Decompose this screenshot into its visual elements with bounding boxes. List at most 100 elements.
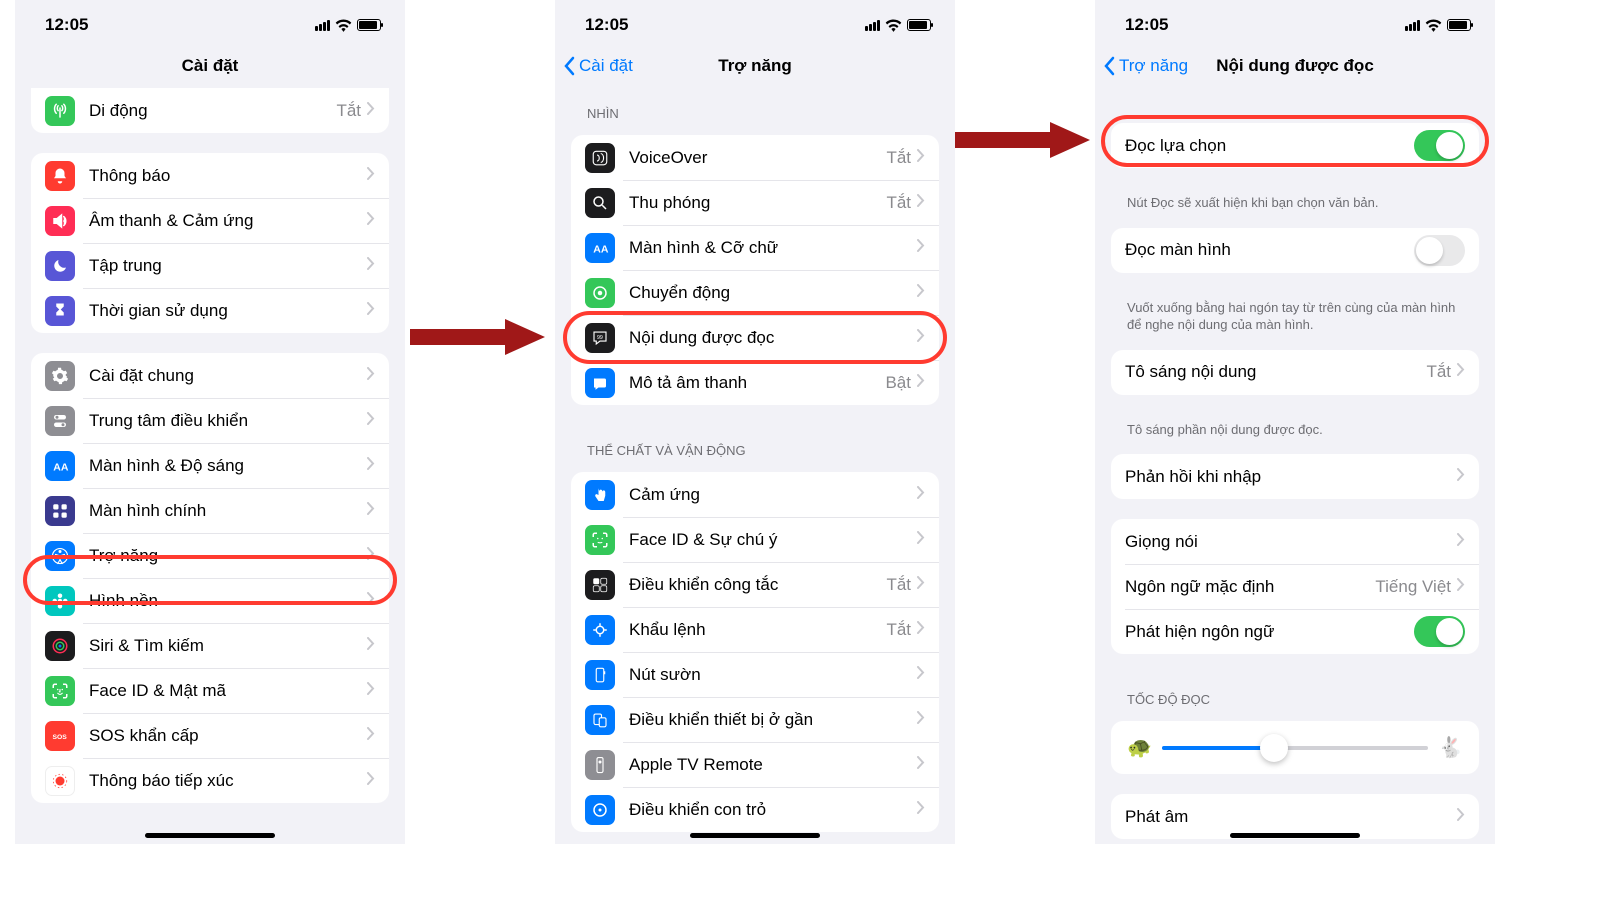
siri-icon [45, 631, 75, 661]
wifi-icon [885, 19, 902, 32]
chevron-right-icon [1457, 363, 1465, 381]
chevron-right-icon [917, 576, 925, 594]
row-audio-desc[interactable]: Mô tả âm thanhBật [571, 360, 939, 405]
wifi-icon [1425, 19, 1442, 32]
gear-icon [45, 361, 75, 391]
row-display[interactable]: AAMàn hình & Độ sáng [31, 443, 389, 488]
row-screentime[interactable]: Thời gian sử dụng [31, 288, 389, 333]
row-default-language[interactable]: Ngôn ngữ mặc định Tiếng Việt [1111, 564, 1479, 609]
row-general[interactable]: Cài đặt chung [31, 353, 389, 398]
row-exposure[interactable]: Thông báo tiếp xúc [31, 758, 389, 803]
navigation-bar: Trợ năng Nội dung được đọc [1095, 44, 1495, 88]
hourglass-icon [45, 296, 75, 326]
row-voice-control[interactable]: Khẩu lệnhTắt [571, 607, 939, 652]
row-voices[interactable]: Giọng nói [1111, 519, 1479, 564]
row-sos[interactable]: SOSSOS khẩn cấp [31, 713, 389, 758]
touch-icon [585, 480, 615, 510]
row-focus[interactable]: Tập trung [31, 243, 389, 288]
switches-icon [45, 406, 75, 436]
list-group-typing-feedback: Phản hồi khi nhập [1111, 454, 1479, 499]
status-time: 12:05 [45, 15, 88, 35]
accessibility-icon [45, 541, 75, 571]
text-size-icon: AA [585, 233, 615, 263]
row-appletv-remote[interactable]: Apple TV Remote [571, 742, 939, 787]
row-motion[interactable]: Chuyển động [571, 270, 939, 315]
row-touch[interactable]: Cảm ứng [571, 472, 939, 517]
zoom-icon [585, 188, 615, 218]
voiceover-icon [585, 143, 615, 173]
row-typing-feedback[interactable]: Phản hồi khi nhập [1111, 454, 1479, 499]
row-nearby-devices[interactable]: Điều khiển thiết bị ở gần [571, 697, 939, 742]
chevron-right-icon [367, 102, 375, 120]
row-speaking-rate: 🐢 🐇 [1111, 727, 1479, 768]
battery-icon [357, 19, 381, 31]
speed-slider[interactable] [1162, 746, 1428, 750]
home-indicator[interactable] [145, 833, 275, 838]
row-display-text[interactable]: AAMàn hình & Cỡ chữ [571, 225, 939, 270]
list-group-mobile: Di động Tắt [31, 88, 389, 133]
side-button-icon [585, 660, 615, 690]
row-voiceover[interactable]: VoiceOverTắt [571, 135, 939, 180]
chevron-right-icon [917, 711, 925, 729]
cellular-signal-icon [1405, 20, 1420, 31]
exposure-icon [45, 766, 75, 796]
apps-grid-icon [45, 496, 75, 526]
row-mobile-data[interactable]: Di động Tắt [31, 88, 389, 133]
row-control-center[interactable]: Trung tâm điều khiển [31, 398, 389, 443]
back-button[interactable]: Cài đặt [563, 56, 633, 76]
row-side-button[interactable]: Nút sườn [571, 652, 939, 697]
chevron-right-icon [367, 367, 375, 385]
footer-highlight: Tô sáng phần nội dung được đọc. [1095, 415, 1495, 455]
row-speak-selection[interactable]: Đọc lựa chọn [1111, 123, 1479, 168]
chevron-right-icon [367, 772, 375, 790]
row-highlight-content[interactable]: Tô sáng nội dung Tắt [1111, 350, 1479, 395]
status-icons [315, 19, 381, 32]
row-accessibility[interactable]: Trợ năng [31, 533, 389, 578]
row-speak-screen[interactable]: Đọc màn hình [1111, 228, 1479, 273]
voice-control-icon [585, 615, 615, 645]
row-siri[interactable]: Siri & Tìm kiếm [31, 623, 389, 668]
arrow-step-2 [955, 120, 1095, 165]
row-label: Di động [89, 101, 336, 121]
status-bar: 12:05 [15, 0, 405, 44]
list-group-speak-selection: Đọc lựa chọn [1111, 123, 1479, 168]
home-indicator[interactable] [1230, 833, 1360, 838]
chevron-right-icon [367, 637, 375, 655]
row-face-attention[interactable]: Face ID & Sự chú ý [571, 517, 939, 562]
row-switch-control[interactable]: Điều khiển công tắcTắt [571, 562, 939, 607]
nav-title: Trợ năng [718, 56, 791, 76]
row-home-screen[interactable]: Màn hình chính [31, 488, 389, 533]
row-zoom[interactable]: Thu phóngTắt [571, 180, 939, 225]
chevron-right-icon [367, 212, 375, 230]
pointer-icon [585, 795, 615, 825]
chevron-right-icon [367, 502, 375, 520]
toggle-speak-screen[interactable] [1414, 235, 1465, 266]
row-notifications[interactable]: Thông báo [31, 153, 389, 198]
toggle-speak-selection[interactable] [1414, 130, 1465, 161]
chevron-right-icon [1457, 468, 1465, 486]
row-wallpaper[interactable]: Hình nền [31, 578, 389, 623]
toggle-detect-lang[interactable] [1414, 616, 1465, 647]
row-sounds[interactable]: Âm thanh & Cảm ứng [31, 198, 389, 243]
audio-description-icon [585, 368, 615, 398]
list-group-physical: Cảm ứng Face ID & Sự chú ý Điều khiển cô… [571, 472, 939, 832]
list-group-voices: Giọng nói Ngôn ngữ mặc định Tiếng Việt P… [1111, 519, 1479, 654]
antenna-icon [45, 96, 75, 126]
row-pointer[interactable]: Điều khiển con trỏ [571, 787, 939, 832]
list-group-highlight: Tô sáng nội dung Tắt [1111, 350, 1479, 395]
row-spoken-content[interactable]: 99Nội dung được đọc [571, 315, 939, 360]
cellular-signal-icon [315, 20, 330, 31]
home-indicator[interactable] [690, 833, 820, 838]
list-group-general: Cài đặt chung Trung tâm điều khiển AAMàn… [31, 353, 389, 803]
row-faceid[interactable]: Face ID & Mật mã [31, 668, 389, 713]
list-group-speak-screen: Đọc màn hình [1111, 228, 1479, 273]
chevron-right-icon [917, 531, 925, 549]
bell-icon [45, 161, 75, 191]
speech-bubble-icon: 99 [585, 323, 615, 353]
speaker-icon [45, 206, 75, 236]
back-button[interactable]: Trợ năng [1103, 56, 1188, 76]
text-size-icon: AA [45, 451, 75, 481]
row-detect-lang[interactable]: Phát hiện ngôn ngữ [1111, 609, 1479, 654]
chevron-right-icon [367, 167, 375, 185]
wifi-icon [335, 19, 352, 32]
